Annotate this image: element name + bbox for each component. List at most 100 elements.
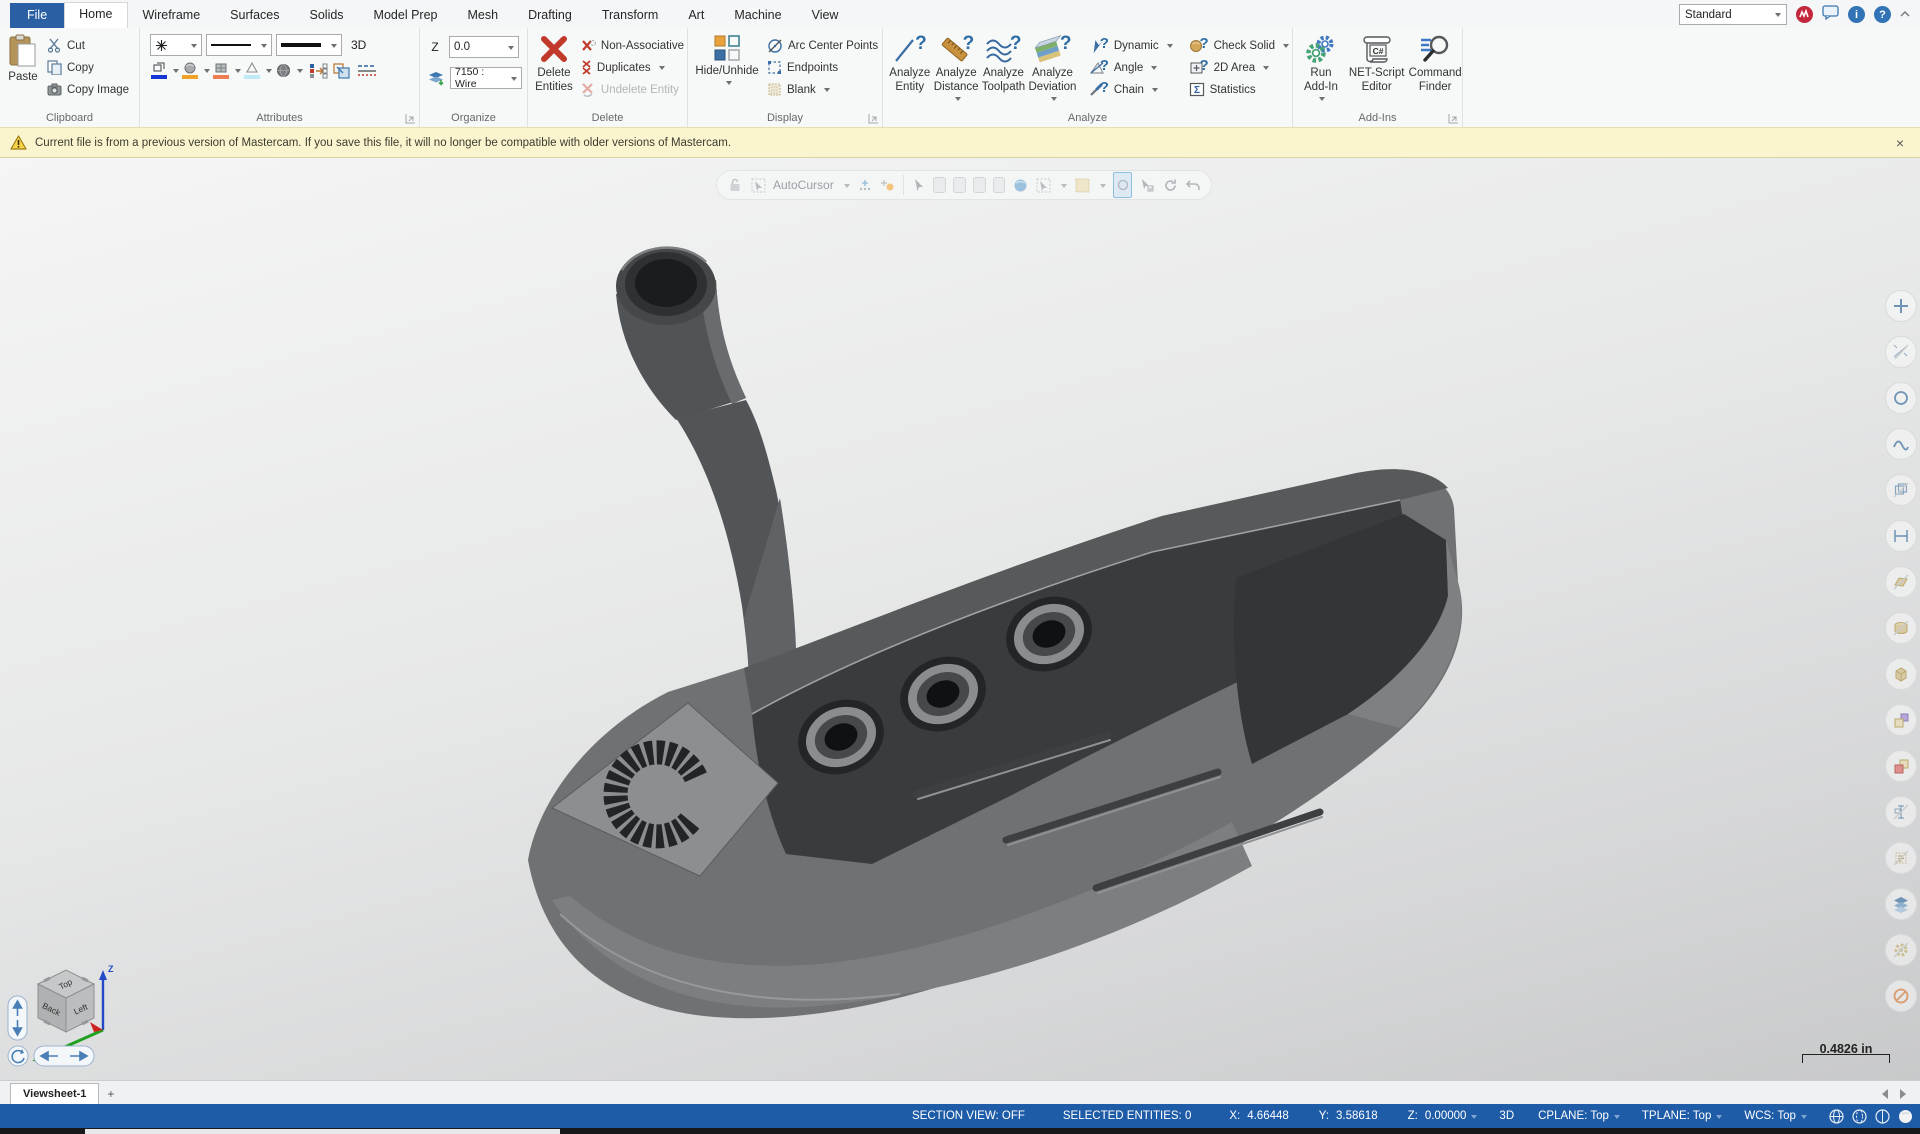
chevron-down-icon[interactable]: [1061, 184, 1067, 191]
set-attributes-icon[interactable]: [309, 63, 328, 79]
autocursor-label[interactable]: AutoCursor: [773, 178, 834, 192]
collapse-ribbon-icon[interactable]: [1900, 11, 1910, 18]
qm-solid-bodies-button[interactable]: [1885, 704, 1917, 736]
qm-points-button[interactable]: [1885, 290, 1917, 322]
add-viewsheet-button[interactable]: +: [99, 1084, 122, 1104]
arc-center-points-button[interactable]: Arc Center Points: [764, 35, 881, 56]
net-script-editor-button[interactable]: C# NET-Script Editor: [1347, 32, 1406, 95]
select-vector-icon[interactable]: [993, 177, 1006, 193]
line-style-select[interactable]: [206, 34, 272, 56]
analyze-chain-button[interactable]: ? Chain: [1086, 79, 1176, 100]
qm-groups-button[interactable]: [1885, 750, 1917, 782]
select-window-icon[interactable]: [953, 177, 966, 193]
tplane-selector[interactable]: TPLANE: Top: [1642, 1110, 1722, 1122]
outline-shading-icon[interactable]: [1875, 1109, 1890, 1124]
selection-hatch-icon[interactable]: [1074, 177, 1090, 193]
qm-splines-button[interactable]: [1885, 428, 1917, 460]
hide-unhide-button[interactable]: Hide/Unhide: [693, 32, 761, 86]
shaded-icon[interactable]: [1898, 1109, 1913, 1124]
run-addin-button[interactable]: Run Add-In: [1297, 32, 1345, 102]
viewsheet-tab[interactable]: Viewsheet-1: [10, 1083, 99, 1104]
qm-wireframe-button[interactable]: [1885, 474, 1917, 506]
analyze-angle-button[interactable]: ? Angle: [1086, 57, 1176, 78]
cplane-selector[interactable]: CPLANE: Top: [1538, 1110, 1620, 1122]
workspace-select[interactable]: Standard: [1679, 4, 1787, 25]
wireframe-shading-icon[interactable]: [1829, 1109, 1844, 1124]
tab-transform[interactable]: Transform: [587, 3, 674, 28]
analyze-dynamic-button[interactable]: ? Dynamic: [1086, 35, 1176, 56]
autocursor-select-icon[interactable]: [750, 177, 766, 193]
tab-drafting[interactable]: Drafting: [513, 3, 587, 28]
tab-view[interactable]: View: [797, 3, 854, 28]
surface-color-button[interactable]: [212, 62, 230, 79]
area-2d-button[interactable]: ? 2D Area: [1186, 57, 1292, 78]
non-associative-button[interactable]: Non-Associative: [578, 35, 687, 56]
tab-file[interactable]: File: [10, 3, 64, 28]
delete-entities-button[interactable]: Delete Entities: [534, 32, 574, 95]
lock-icon[interactable]: [727, 177, 743, 193]
select-arrow-icon[interactable]: [910, 177, 926, 193]
chevron-down-icon[interactable]: [844, 184, 850, 191]
qm-mesh-button[interactable]: [1885, 934, 1917, 966]
select-solids-icon[interactable]: [1012, 177, 1028, 193]
xyz-entry-icon[interactable]: [857, 177, 873, 193]
tab-model-prep[interactable]: Model Prep: [359, 3, 453, 28]
scroll-sheets-left-icon[interactable]: [1882, 1089, 1888, 1099]
level-select[interactable]: 7150 : Wire: [450, 67, 522, 89]
tab-art[interactable]: Art: [673, 3, 719, 28]
point-entry-icon[interactable]: [880, 177, 896, 193]
tab-solids[interactable]: Solids: [295, 3, 359, 28]
tab-machine[interactable]: Machine: [719, 3, 796, 28]
qm-levels-button[interactable]: [1885, 888, 1917, 920]
analyze-entity-button[interactable]: ? Analyze Entity: [887, 32, 933, 95]
duplicates-button[interactable]: Duplicates: [578, 57, 687, 78]
cut-button[interactable]: Cut: [44, 35, 132, 56]
my-mastercam-icon[interactable]: [1796, 6, 1813, 23]
rotate-view-control[interactable]: [8, 1046, 28, 1066]
cursor-z-readout[interactable]: Z:0.00000: [1408, 1110, 1478, 1122]
check-solid-button[interactable]: ? Check Solid: [1186, 35, 1292, 56]
select-polygon-icon[interactable]: [973, 177, 986, 193]
analyze-toolpath-button[interactable]: ? Analyze Toolpath: [980, 32, 1027, 95]
view-gizmo[interactable]: Top Back Left Z: [4, 958, 136, 1080]
banner-close-icon[interactable]: ×: [1890, 135, 1910, 151]
select-mode-icon[interactable]: [933, 177, 946, 193]
qm-labels-button[interactable]: [1885, 842, 1917, 874]
select-all-icon[interactable]: [1035, 177, 1051, 193]
copy-image-button[interactable]: Copy Image: [44, 79, 132, 100]
qm-solids-button[interactable]: [1885, 658, 1917, 690]
help-icon[interactable]: ?: [1874, 6, 1891, 23]
pan-vertical-control[interactable]: [8, 996, 27, 1040]
feedback-icon[interactable]: [1822, 5, 1839, 25]
point-style-select[interactable]: [150, 34, 202, 56]
qm-clear-mask-button[interactable]: [1885, 980, 1917, 1012]
validate-selection-icon[interactable]: [1139, 177, 1155, 193]
levels-icon[interactable]: [428, 71, 445, 86]
line-width-select[interactable]: [276, 34, 342, 56]
wireframe-color-button[interactable]: [150, 62, 168, 79]
qm-surfaces-button[interactable]: [1885, 566, 1917, 598]
endpoints-button[interactable]: Endpoints: [764, 57, 881, 78]
blank-button[interactable]: Blank: [764, 79, 881, 100]
match-attributes-icon[interactable]: [333, 63, 351, 79]
hidden-wireframe-shading-icon[interactable]: [1852, 1109, 1867, 1124]
mode-toggle[interactable]: 3D: [1499, 1110, 1514, 1122]
tab-home[interactable]: Home: [64, 2, 127, 28]
pan-horizontal-control[interactable]: [34, 1046, 94, 1066]
wcs-selector[interactable]: WCS: Top: [1744, 1110, 1807, 1122]
copy-button[interactable]: Copy: [44, 57, 132, 78]
tab-surfaces[interactable]: Surfaces: [215, 3, 294, 28]
undelete-entity-button[interactable]: Undelete Entity: [578, 79, 687, 100]
scroll-sheets-right-icon[interactable]: [1900, 1089, 1906, 1099]
tab-wireframe[interactable]: Wireframe: [128, 3, 216, 28]
analyze-distance-button[interactable]: ? Analyze Distance: [933, 32, 980, 102]
qm-dimensions-button[interactable]: [1885, 520, 1917, 552]
qm-drafting-button[interactable]: [1885, 796, 1917, 828]
info-icon[interactable]: i: [1848, 6, 1865, 23]
solid-color-button[interactable]: [181, 62, 199, 79]
undo-selection-icon[interactable]: [1185, 177, 1201, 193]
statistics-button[interactable]: Σ Statistics: [1186, 79, 1292, 100]
material-button[interactable]: [274, 63, 292, 78]
tab-mesh[interactable]: Mesh: [452, 3, 513, 28]
line-dashes-icon[interactable]: [357, 63, 377, 79]
